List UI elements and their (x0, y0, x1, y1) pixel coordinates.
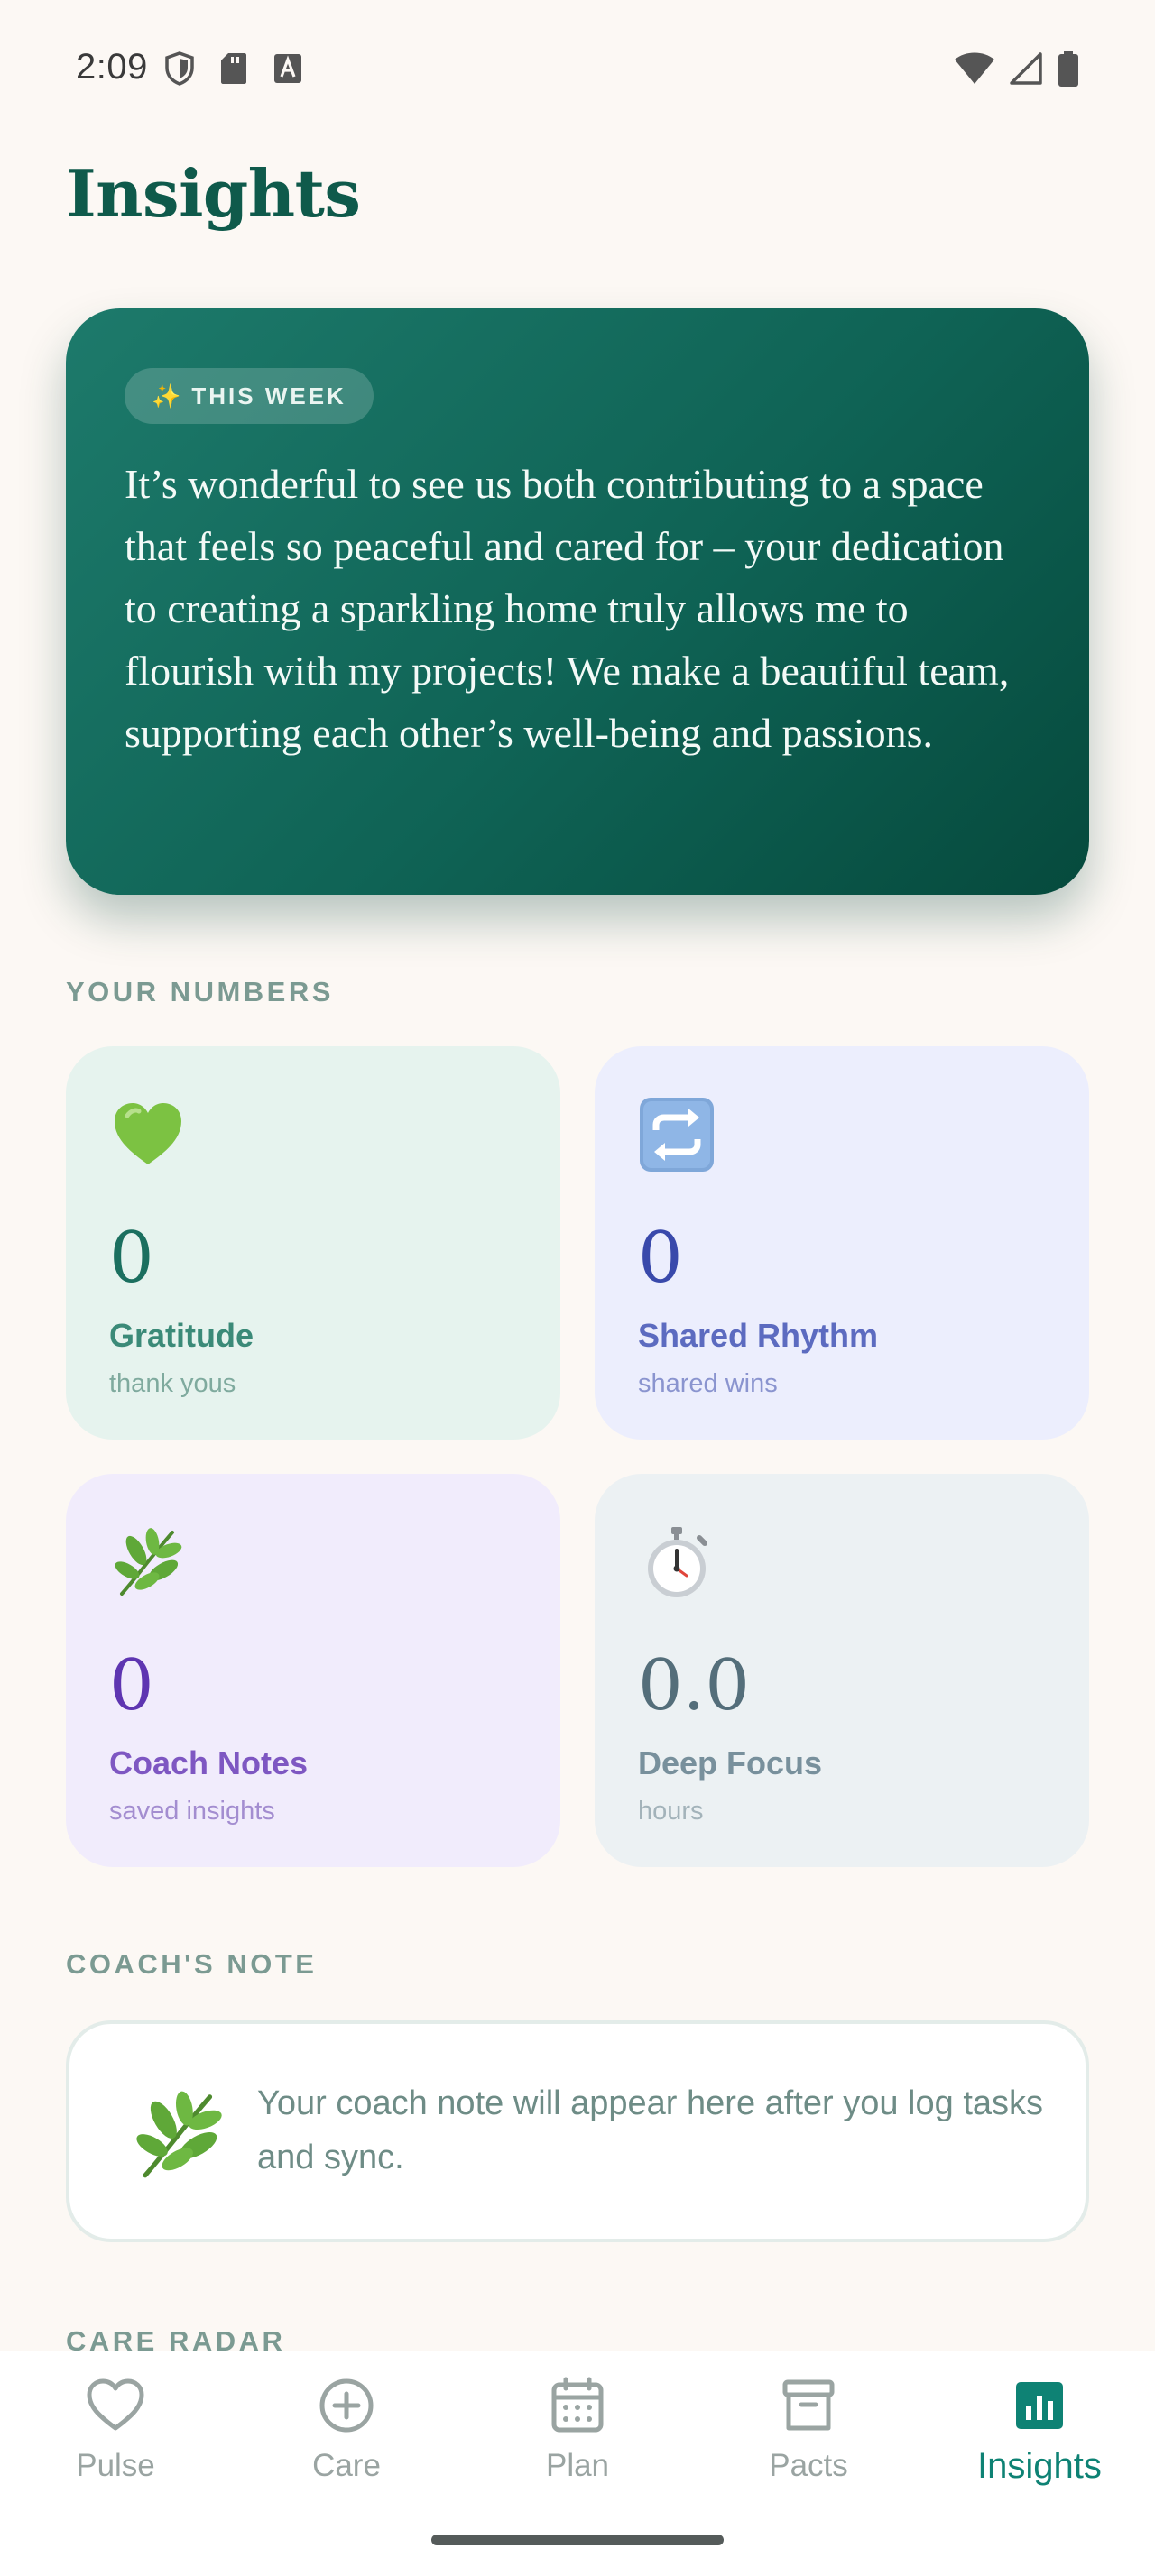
stat-card-coach-notes[interactable]: 0 Coach Notes saved insights (66, 1474, 560, 1867)
stat-sublabel: saved insights (109, 1797, 275, 1826)
plus-circle-icon (319, 2378, 374, 2433)
stat-card-gratitude[interactable]: 0 Gratitude thank yous (66, 1046, 560, 1440)
heart-outline-icon (87, 2378, 144, 2431)
sd-card-icon (217, 51, 251, 87)
stat-sublabel: shared wins (638, 1369, 778, 1398)
status-bar: 2:09 (0, 0, 1155, 135)
coach-note-card: Your coach note will appear here after y… (66, 2020, 1089, 2242)
cell-signal-icon (1009, 51, 1043, 87)
home-indicator[interactable] (431, 2535, 724, 2545)
stopwatch-icon (638, 1523, 716, 1601)
nav-label: Insights (977, 2446, 1102, 2486)
section-label-your-numbers: YOUR NUMBERS (66, 976, 334, 1007)
archive-box-icon (782, 2379, 835, 2431)
nav-label: Plan (545, 2448, 610, 2483)
stat-sublabel: hours (638, 1797, 704, 1826)
nav-item-pacts[interactable]: Pacts (693, 2374, 924, 2509)
chip-label: THIS WEEK (191, 382, 346, 409)
stat-value: 0 (638, 1218, 683, 1299)
stat-value: 0.0 (638, 1645, 751, 1726)
nav-label: Pulse (76, 2448, 155, 2483)
stat-value: 0 (109, 1218, 154, 1299)
calendar-icon (551, 2377, 604, 2433)
nav-item-care[interactable]: Care (231, 2374, 462, 2509)
stat-sublabel: thank yous (109, 1369, 236, 1398)
this-week-chip: ✨ THIS WEEK (125, 368, 374, 424)
shield-icon (162, 51, 197, 87)
nav-label: Care (312, 2448, 381, 2483)
stat-label: Gratitude (109, 1317, 254, 1354)
stat-card-shared-rhythm[interactable]: 0 Shared Rhythm shared wins (595, 1046, 1089, 1440)
sparkles-icon: ✨ (152, 382, 181, 409)
nav-item-plan[interactable]: Plan (462, 2374, 693, 2509)
nav-item-insights[interactable]: Insights (924, 2374, 1155, 2509)
herb-leaf-icon (129, 2085, 228, 2185)
nav-label: Pacts (769, 2448, 848, 2483)
weekly-message-text: It’s wonderful to see us both contributi… (125, 461, 1010, 756)
section-label-coach-note: COACH'S NOTE (66, 1948, 318, 1980)
green-heart-icon (109, 1096, 187, 1173)
font-a-icon (271, 51, 305, 87)
status-icons-right (953, 51, 1081, 87)
wifi-icon (953, 51, 996, 87)
stat-label: Coach Notes (109, 1744, 309, 1781)
coach-note-text: Your coach note will appear here after y… (257, 2084, 1044, 2176)
stat-label: Shared Rhythm (638, 1317, 879, 1354)
stat-card-deep-focus[interactable]: 0.0 Deep Focus hours (595, 1474, 1089, 1867)
nav-item-pulse[interactable]: Pulse (0, 2374, 231, 2509)
herb-leaf-icon (109, 1523, 187, 1601)
battery-icon (1056, 51, 1081, 87)
status-time: 2:09 (76, 47, 148, 87)
stat-label: Deep Focus (638, 1744, 823, 1781)
bar-chart-icon (1016, 2382, 1063, 2429)
status-icons-left (162, 51, 305, 87)
page-title: Insights (66, 155, 361, 232)
stat-value: 0 (109, 1645, 154, 1726)
repeat-arrows-icon (638, 1096, 716, 1173)
weekly-message-card: ✨ THIS WEEK It’s wonderful to see us bot… (66, 308, 1089, 895)
